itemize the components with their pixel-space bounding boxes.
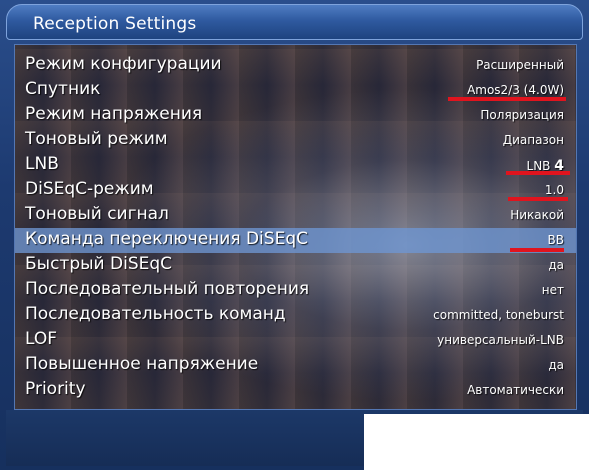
title-bar: Reception Settings	[6, 4, 583, 40]
setting-label: Последовательный повторения	[25, 279, 310, 299]
setting-label: Быстрый DiSEqC	[25, 254, 173, 274]
annotation-underline-diseqc-mode	[508, 197, 568, 201]
setting-value: Поляризация	[480, 108, 564, 122]
setting-value: committed, toneburst	[433, 308, 564, 322]
annotation-underline-satellite	[448, 97, 566, 101]
setting-row-diseqc-mode[interactable]: DiSEqC-режим 1.0	[15, 178, 576, 203]
setting-label: DiSEqC-режим	[25, 179, 154, 199]
setting-value: да	[548, 258, 564, 272]
setting-label: LOF	[25, 329, 58, 349]
annotation-underline-diseqc-command	[510, 248, 564, 252]
setting-row-config-mode[interactable]: Режим конфигурации Расширенный	[15, 53, 576, 78]
setting-value: универсальный-LNB	[437, 333, 564, 347]
setting-label: Тоновый режим	[25, 129, 168, 149]
setting-row-lnb[interactable]: LNB LNB 4	[15, 153, 576, 178]
setting-row-tone-signal[interactable]: Тоновый сигнал Никакой	[15, 203, 576, 228]
setting-row-sequential-repeat[interactable]: Последовательный повторения нет	[15, 278, 576, 303]
setting-label: Режим конфигурации	[25, 54, 222, 74]
setting-label: Команда переключения DiSEqC	[25, 229, 308, 249]
setting-value: 1.0	[544, 183, 564, 197]
osd-window: Reception Settings Режим конфигурации Ра…	[0, 0, 589, 470]
setting-value: Расширенный	[476, 58, 564, 72]
setting-label: Повышенное напряжение	[25, 354, 259, 374]
setting-row-priority[interactable]: Priority Автоматически	[15, 378, 576, 403]
setting-row-tone-mode[interactable]: Тоновый режим Диапазон	[15, 128, 576, 153]
setting-value: нет	[541, 283, 564, 297]
setting-label: LNB	[25, 154, 59, 174]
setting-value: Автоматически	[467, 383, 564, 397]
setting-row-diseqc-command[interactable]: Команда переключения DiSEqC BB	[15, 228, 576, 253]
blank-overlay	[364, 414, 589, 470]
setting-label: Последовательность команд	[25, 304, 286, 324]
annotation-underline-lnb	[506, 171, 570, 175]
setting-label: Тоновый сигнал	[25, 204, 169, 224]
setting-row-lof[interactable]: LOF универсальный-LNB	[15, 328, 576, 353]
setting-row-voltage-mode[interactable]: Режим напряжения Поляризация	[15, 103, 576, 128]
setting-row-command-order[interactable]: Последовательность команд committed, ton…	[15, 303, 576, 328]
setting-row-fast-diseqc[interactable]: Быстрый DiSEqC да	[15, 253, 576, 278]
setting-value: Диапазон	[502, 133, 564, 147]
setting-value: Amos2/3 (4.0W)	[467, 83, 564, 97]
setting-value: Никакой	[510, 208, 564, 222]
setting-value: BB	[547, 233, 564, 247]
setting-label: Режим напряжения	[25, 104, 203, 124]
window-title: Reception Settings	[33, 14, 197, 34]
setting-row-increased-voltage[interactable]: Повышенное напряжение да	[15, 353, 576, 378]
setting-label: Спутник	[25, 79, 101, 99]
setting-label: Priority	[25, 379, 86, 399]
setting-value: да	[548, 358, 564, 372]
